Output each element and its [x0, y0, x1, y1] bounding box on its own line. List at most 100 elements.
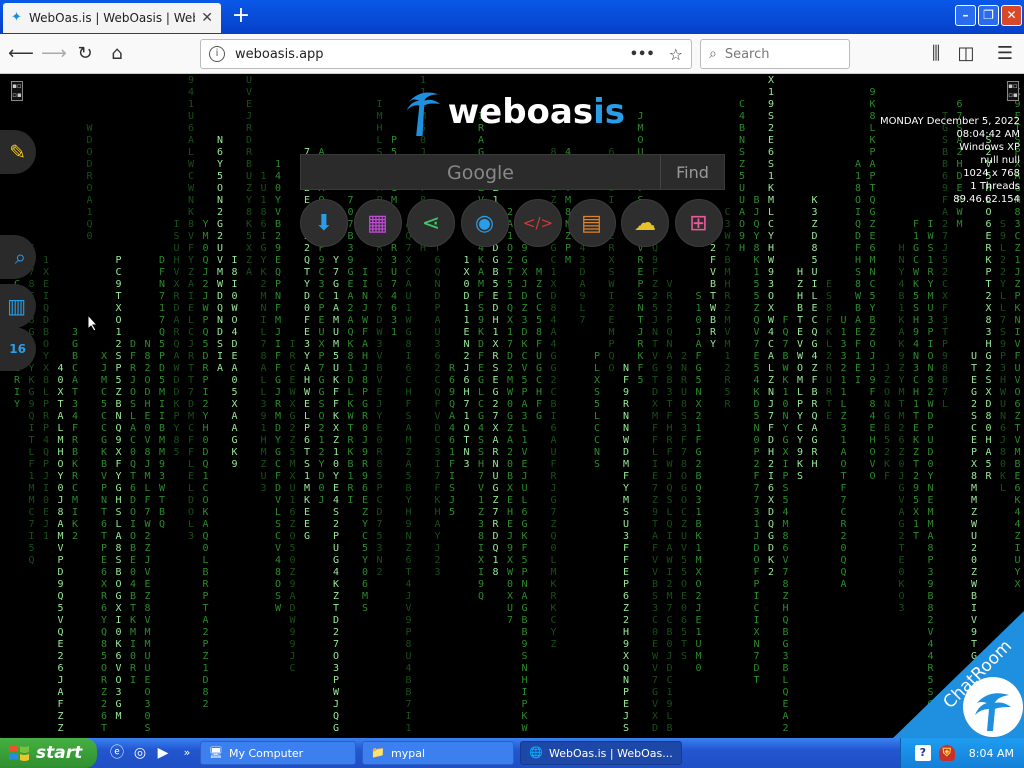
task-icon: 📁 — [371, 746, 385, 759]
download-icon[interactable]: ⬇ — [300, 199, 348, 247]
reload-icon[interactable]: ↻ — [73, 42, 97, 66]
matrix-column: W D O D R O A 1 Q 0 — [86, 123, 93, 242]
logo-text: weboasis — [447, 92, 625, 132]
matrix-column: I S U H V X R D A R Q A W D D K P Y 8 5 — [173, 219, 180, 458]
matrix-column: I R C E W X G 2 Z 5 M X U 1 6 Z O 5 0 Z … — [289, 339, 296, 674]
code-icon[interactable]: </> — [514, 199, 562, 247]
taskbar-task[interactable]: 🖥 My Computer — [200, 741, 356, 765]
matrix-column: F Q 7 B W K 1 0 N Y G X I P S 5 4 M 8 6 … — [782, 315, 789, 734]
url-text[interactable]: weboasis.app — [235, 47, 630, 62]
matrix-column: U 1 3 3 2 1 1 L Z 3 1 A O T F 7 C R 2 0 … — [840, 315, 847, 590]
matrix-column: 1 4 0 Y V B 2 9 E Q P N F M J I F F G J … — [274, 159, 282, 614]
sitemap-icon[interactable]: ⊞ — [674, 199, 723, 247]
system-info-line: 89.46.62.154 — [953, 194, 1020, 205]
weboasis-page: I P S C 5 V O K 2 X C R I Y G B 7 8 E P … — [0, 75, 1024, 738]
right-corner-widget-icon[interactable]: ▪▫ ▫▪ — [1007, 81, 1019, 101]
system-info-line: Windows XP — [959, 142, 1020, 153]
system-info-panel: MONDAY December 5, 2022 08:04:42 AM Window… — [860, 115, 1020, 206]
weboasis-favicon: ✦ — [11, 10, 22, 25]
media-player-icon[interactable]: ▶ — [154, 744, 172, 762]
system-info-line: null null — [980, 155, 1020, 166]
windows-flag-icon — [9, 745, 29, 761]
hamburger-menu-icon[interactable]: ☰ — [993, 42, 1017, 66]
minimize-button[interactable]: – — [955, 5, 976, 26]
matrix-column: U V E J R D R B U Z Y 8 K 5 X Z A — [245, 75, 253, 278]
weboasis-logo[interactable]: weboasis — [405, 80, 625, 144]
find-button[interactable]: Find — [660, 155, 724, 189]
task-label: mypal — [391, 746, 426, 760]
matrix-column: 9 4 1 U 6 A L W C W N K 8 V F Y Z A I E … — [187, 75, 195, 542]
tab-title: WebOas.is | WebOasis | Web Oas — [29, 11, 195, 25]
task-icon: 🖥 — [209, 746, 223, 759]
search-placeholder: Search — [724, 46, 770, 62]
chatroom-button[interactable]: ChatRoom — [893, 611, 1024, 738]
matrix-column: N 8 2 O D H E 0 V 8 J M L F 7 W 2 Z J V … — [144, 339, 151, 734]
forward-icon[interactable]: ⟶ — [41, 42, 67, 66]
site-info-icon[interactable]: i — [209, 46, 225, 62]
help-icon[interactable]: ? — [914, 745, 931, 761]
mouse-cursor-icon — [87, 314, 99, 332]
google-search-box: Google Find — [300, 154, 725, 190]
browser-tab[interactable]: ✦ WebOas.is | WebOasis | Web Oas ✕ — [3, 3, 221, 33]
matrix-column: 1 X E I Q D B O Y X 8 L P R P 4 Q P J I … — [42, 255, 50, 542]
close-window-button[interactable]: ✕ — [1001, 5, 1022, 26]
film-icon[interactable]: ▦ — [353, 199, 402, 247]
outlook-express-icon[interactable]: ◎ — [131, 744, 149, 762]
matrix-column: D F R J O S L A C 0 Q T 6 D O I O B E 0 … — [129, 339, 137, 686]
matrix-column: 1 U 1 8 6 I G Y K 2 M N I L 7 8 A L L 3 … — [260, 171, 267, 494]
left-corner-widget-icon[interactable]: ▪▫ ▫▪ — [11, 81, 23, 101]
cloud-icon[interactable]: ☁ — [621, 199, 669, 247]
system-tray: ? ⛨ 8:04 AM — [900, 738, 1024, 768]
task-icon: 🌐 — [529, 746, 543, 759]
share-icon[interactable]: ⋖ — [407, 199, 455, 247]
system-info-line: 1 Threads — [970, 181, 1020, 192]
palm-tree-logo-icon — [406, 92, 441, 136]
taskbar-task[interactable]: 📁 mypal — [362, 741, 514, 765]
address-bar[interactable]: i weboasis.app ••• ☆ — [200, 39, 692, 69]
home-icon[interactable]: ⌂ — [105, 42, 129, 66]
windows-taskbar: start ⓔ ◎ ▶ » 🖥 My Computer 📁 mypal 🌐 WebOas.… — [0, 738, 1024, 768]
start-label: start — [36, 743, 83, 763]
internet-explorer-icon[interactable]: ⓔ — [108, 744, 126, 762]
matrix-column: X J M C 5 C C G K B V P N T 6 T P E 6 X … — [100, 351, 108, 734]
bookmark-star-icon[interactable]: ☆ — [669, 45, 683, 64]
matrix-column: E S 8 F K L 2 R U R T E — [825, 279, 833, 422]
sidebar-toggle-icon[interactable]: ◫ — [954, 42, 978, 66]
system-info-line: 08:04:42 AM — [956, 129, 1020, 140]
navigation-bar: ⟵ ⟶ ↻ ⌂ i weboasis.app ••• ☆ ⌕ Search ⫼ … — [0, 34, 1024, 74]
title-bar: ✦ WebOas.is | WebOasis | Web Oas ✕ + – ❐… — [0, 0, 1024, 34]
matrix-column: C 4 B N S Z 5 U U A O 9 H — [738, 99, 746, 254]
task-label: My Computer — [229, 746, 304, 760]
back-icon[interactable]: ⟵ — [8, 42, 34, 66]
browser-search-input[interactable]: ⌕ Search — [700, 39, 850, 69]
page-actions-icon[interactable]: ••• — [630, 47, 655, 62]
matrix-column: P C 9 T X O 1 2 S P 5 Z B N Q 9 X F Y G … — [115, 255, 122, 722]
quick-links-row: ⬇ ▦ ⋖ ◉ </> ▤ ☁ ⊞ — [300, 199, 730, 249]
matrix-column: K 3 Z D 8 5 U I L E C Q G 4 Z F B R Q A … — [811, 195, 818, 470]
matrix-column: Y M 0 Q J 2 J W P Q 5 D R P I 2 Y H 0 D … — [202, 219, 209, 710]
system-info-line: 1024 x 768 — [963, 168, 1020, 179]
reddit-icon[interactable]: ◉ — [460, 199, 509, 247]
matrix-column: 4 0 X T A L M H O Y 0 J 8 A M V P D 9 Q … — [57, 363, 64, 734]
matrix-column: D F N 7 1 7 Q 5 P D 5 M I I B M M 9 3 W … — [158, 255, 166, 530]
matrix-column: 3 G B C A T 3 4 F R B K R C M I K 2 — [71, 327, 79, 542]
tab-close-button[interactable]: ✕ — [201, 10, 213, 26]
taskbar-clock: 8:04 AM — [968, 746, 1014, 760]
maximize-button[interactable]: ❐ — [978, 5, 999, 26]
matrix-column: X 1 9 S 2 E 6 S 1 K M L C Y H W 9 3 O X … — [767, 75, 775, 578]
matrix-column: I P S C 5 V O K 2 X C R I Y — [13, 243, 21, 410]
start-button[interactable]: start — [0, 738, 97, 768]
task-label: WebOas.is | WebOas... — [549, 746, 673, 760]
matrix-column: G B 7 8 E P 8 G P T Y K G 9 Q I T L F 1 … — [28, 243, 35, 566]
taskbar-task[interactable]: 🌐 WebOas.is | WebOas... — [520, 741, 682, 765]
matrix-column: I 8 I 0 W O 4 D E A 0 5 X A A G K 9 — [231, 255, 238, 470]
quick-launch-more-icon[interactable]: » — [178, 744, 196, 762]
new-tab-button[interactable]: + — [228, 4, 254, 30]
library-icon[interactable]: ⫼ — [924, 42, 948, 66]
security-shield-icon[interactable]: ⛨ — [938, 745, 955, 761]
matrix-column: N 6 Y 5 O N 2 G 2 U V M W D Q N D S I A — [216, 135, 224, 374]
book-icon[interactable]: ▤ — [567, 199, 616, 247]
matrix-column: B J Q Y 8 K 1 5 5 Z Q V 7 E 5 4 K D 5 N … — [753, 195, 760, 686]
system-info-line: MONDAY December 5, 2022 — [879, 116, 1020, 127]
google-search-input[interactable]: Google — [301, 155, 660, 189]
